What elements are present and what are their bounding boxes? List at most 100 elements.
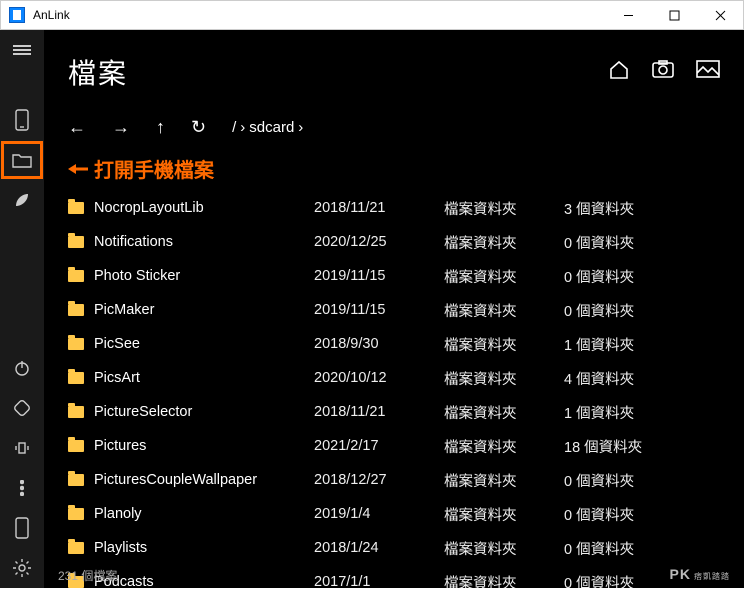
file-name: Podcasts: [94, 574, 314, 588]
window-title: AnLink: [33, 8, 70, 22]
file-type: 檔案資料夾: [444, 334, 564, 355]
table-row[interactable]: Notifications2020/12/25檔案資料夾0 個資料夾: [68, 225, 720, 259]
settings-icon[interactable]: [0, 548, 44, 588]
folder-icon: [68, 304, 94, 316]
folder-icon: [68, 508, 94, 520]
table-row[interactable]: PicturesCoupleWallpaper2018/12/27檔案資料夾0 …: [68, 463, 720, 497]
file-type: 檔案資料夾: [444, 300, 564, 321]
file-info: 0 個資料夾: [564, 300, 674, 321]
file-type: 檔案資料夾: [444, 232, 564, 253]
rotate-icon[interactable]: [0, 388, 44, 428]
file-date: 2018/12/27: [314, 472, 444, 488]
file-info: 1 個資料夾: [564, 334, 674, 355]
brand-tag: 痞凱踏踏: [694, 571, 730, 582]
image-icon[interactable]: [696, 60, 720, 85]
maximize-button[interactable]: [651, 0, 697, 30]
minimize-button[interactable]: [605, 0, 651, 30]
file-info: 3 個資料夾: [564, 198, 674, 219]
file-type: 檔案資料夾: [444, 538, 564, 559]
folder-icon: [68, 236, 94, 248]
back-button[interactable]: ←: [68, 117, 86, 138]
file-date: 2017/1/1: [314, 574, 444, 588]
file-name: Playlists: [94, 540, 314, 556]
camera-icon[interactable]: [652, 60, 674, 85]
home-icon[interactable]: [608, 60, 630, 85]
files-icon[interactable]: [0, 140, 44, 180]
file-name: PicSee: [94, 336, 314, 352]
phone-icon[interactable]: [0, 100, 44, 140]
content-area: 檔案 ← → ↑ ↻ / › sdcard › 打開手機檔案 NocropLay…: [44, 30, 744, 588]
file-type: 檔案資料夾: [444, 402, 564, 423]
file-date: 2020/10/12: [314, 370, 444, 386]
file-name: Pictures: [94, 438, 314, 454]
file-date: 2018/9/30: [314, 336, 444, 352]
file-name: NocropLayoutLib: [94, 200, 314, 216]
table-row[interactable]: Photo Sticker2019/11/15檔案資料夾0 個資料夾: [68, 259, 720, 293]
file-info: 0 個資料夾: [564, 572, 674, 589]
file-type: 檔案資料夾: [444, 266, 564, 287]
status-text: 231 個檔案: [58, 567, 117, 584]
table-row[interactable]: NocropLayoutLib2018/11/21檔案資料夾3 個資料夾: [68, 191, 720, 225]
breadcrumb-root: /: [232, 119, 236, 136]
file-date: 2018/11/21: [314, 404, 444, 420]
table-row[interactable]: PicsArt2020/10/12檔案資料夾4 個資料夾: [68, 361, 720, 395]
menu-icon[interactable]: [0, 30, 44, 70]
file-date: 2019/1/4: [314, 506, 444, 522]
brand-name: PK: [670, 566, 691, 582]
folder-icon: [68, 440, 94, 452]
file-list[interactable]: NocropLayoutLib2018/11/21檔案資料夾3 個資料夾Noti…: [68, 191, 720, 588]
table-row[interactable]: Podcasts2017/1/1檔案資料夾0 個資料夾: [68, 565, 720, 588]
file-date: 2019/11/15: [314, 268, 444, 284]
breadcrumb[interactable]: / › sdcard ›: [232, 119, 303, 136]
file-name: Notifications: [94, 234, 314, 250]
app-icon: [9, 7, 25, 23]
file-date: 2019/11/15: [314, 302, 444, 318]
folder-icon: [68, 202, 94, 214]
close-button[interactable]: [697, 0, 743, 30]
file-info: 0 個資料夾: [564, 538, 674, 559]
nav-toolbar: ← → ↑ ↻ / › sdcard ›: [68, 112, 720, 142]
table-row[interactable]: Pictures2021/2/17檔案資料夾18 個資料夾: [68, 429, 720, 463]
file-info: 0 個資料夾: [564, 470, 674, 491]
file-date: 2018/1/24: [314, 540, 444, 556]
file-date: 2018/11/21: [314, 200, 444, 216]
folder-icon: [68, 542, 94, 554]
sound-icon[interactable]: [0, 428, 44, 468]
brand-watermark: PK 痞凱踏踏: [670, 566, 730, 582]
table-row[interactable]: PicSee2018/9/30檔案資料夾1 個資料夾: [68, 327, 720, 361]
folder-icon: [68, 270, 94, 282]
table-row[interactable]: Planoly2019/1/4檔案資料夾0 個資料夾: [68, 497, 720, 531]
more-icon[interactable]: [0, 468, 44, 508]
file-info: 4 個資料夾: [564, 368, 674, 389]
file-type: 檔案資料夾: [444, 470, 564, 491]
file-type: 檔案資料夾: [444, 504, 564, 525]
leaf-icon[interactable]: [0, 180, 44, 220]
file-type: 檔案資料夾: [444, 368, 564, 389]
device-icon[interactable]: [0, 508, 44, 548]
table-row[interactable]: PicMaker2019/11/15檔案資料夾0 個資料夾: [68, 293, 720, 327]
folder-icon: [68, 338, 94, 350]
file-date: 2020/12/25: [314, 234, 444, 250]
refresh-button[interactable]: ↻: [191, 117, 206, 138]
file-date: 2021/2/17: [314, 438, 444, 454]
folder-icon: [68, 474, 94, 486]
breadcrumb-current: sdcard: [249, 119, 294, 136]
file-info: 18 個資料夾: [564, 436, 674, 457]
forward-button[interactable]: →: [112, 117, 130, 138]
annotation-callout: 打開手機檔案: [68, 154, 720, 183]
table-row[interactable]: Playlists2018/1/24檔案資料夾0 個資料夾: [68, 531, 720, 565]
file-name: Planoly: [94, 506, 314, 522]
file-info: 0 個資料夾: [564, 504, 674, 525]
window-titlebar: AnLink: [0, 0, 744, 30]
folder-icon: [68, 372, 94, 384]
file-info: 1 個資料夾: [564, 402, 674, 423]
file-type: 檔案資料夾: [444, 572, 564, 589]
folder-icon: [68, 406, 94, 418]
up-button[interactable]: ↑: [156, 117, 165, 138]
file-type: 檔案資料夾: [444, 436, 564, 457]
power-icon[interactable]: [0, 348, 44, 388]
window-controls: [605, 0, 743, 30]
file-type: 檔案資料夾: [444, 198, 564, 219]
page-title: 檔案: [68, 52, 128, 92]
table-row[interactable]: PictureSelector2018/11/21檔案資料夾1 個資料夾: [68, 395, 720, 429]
